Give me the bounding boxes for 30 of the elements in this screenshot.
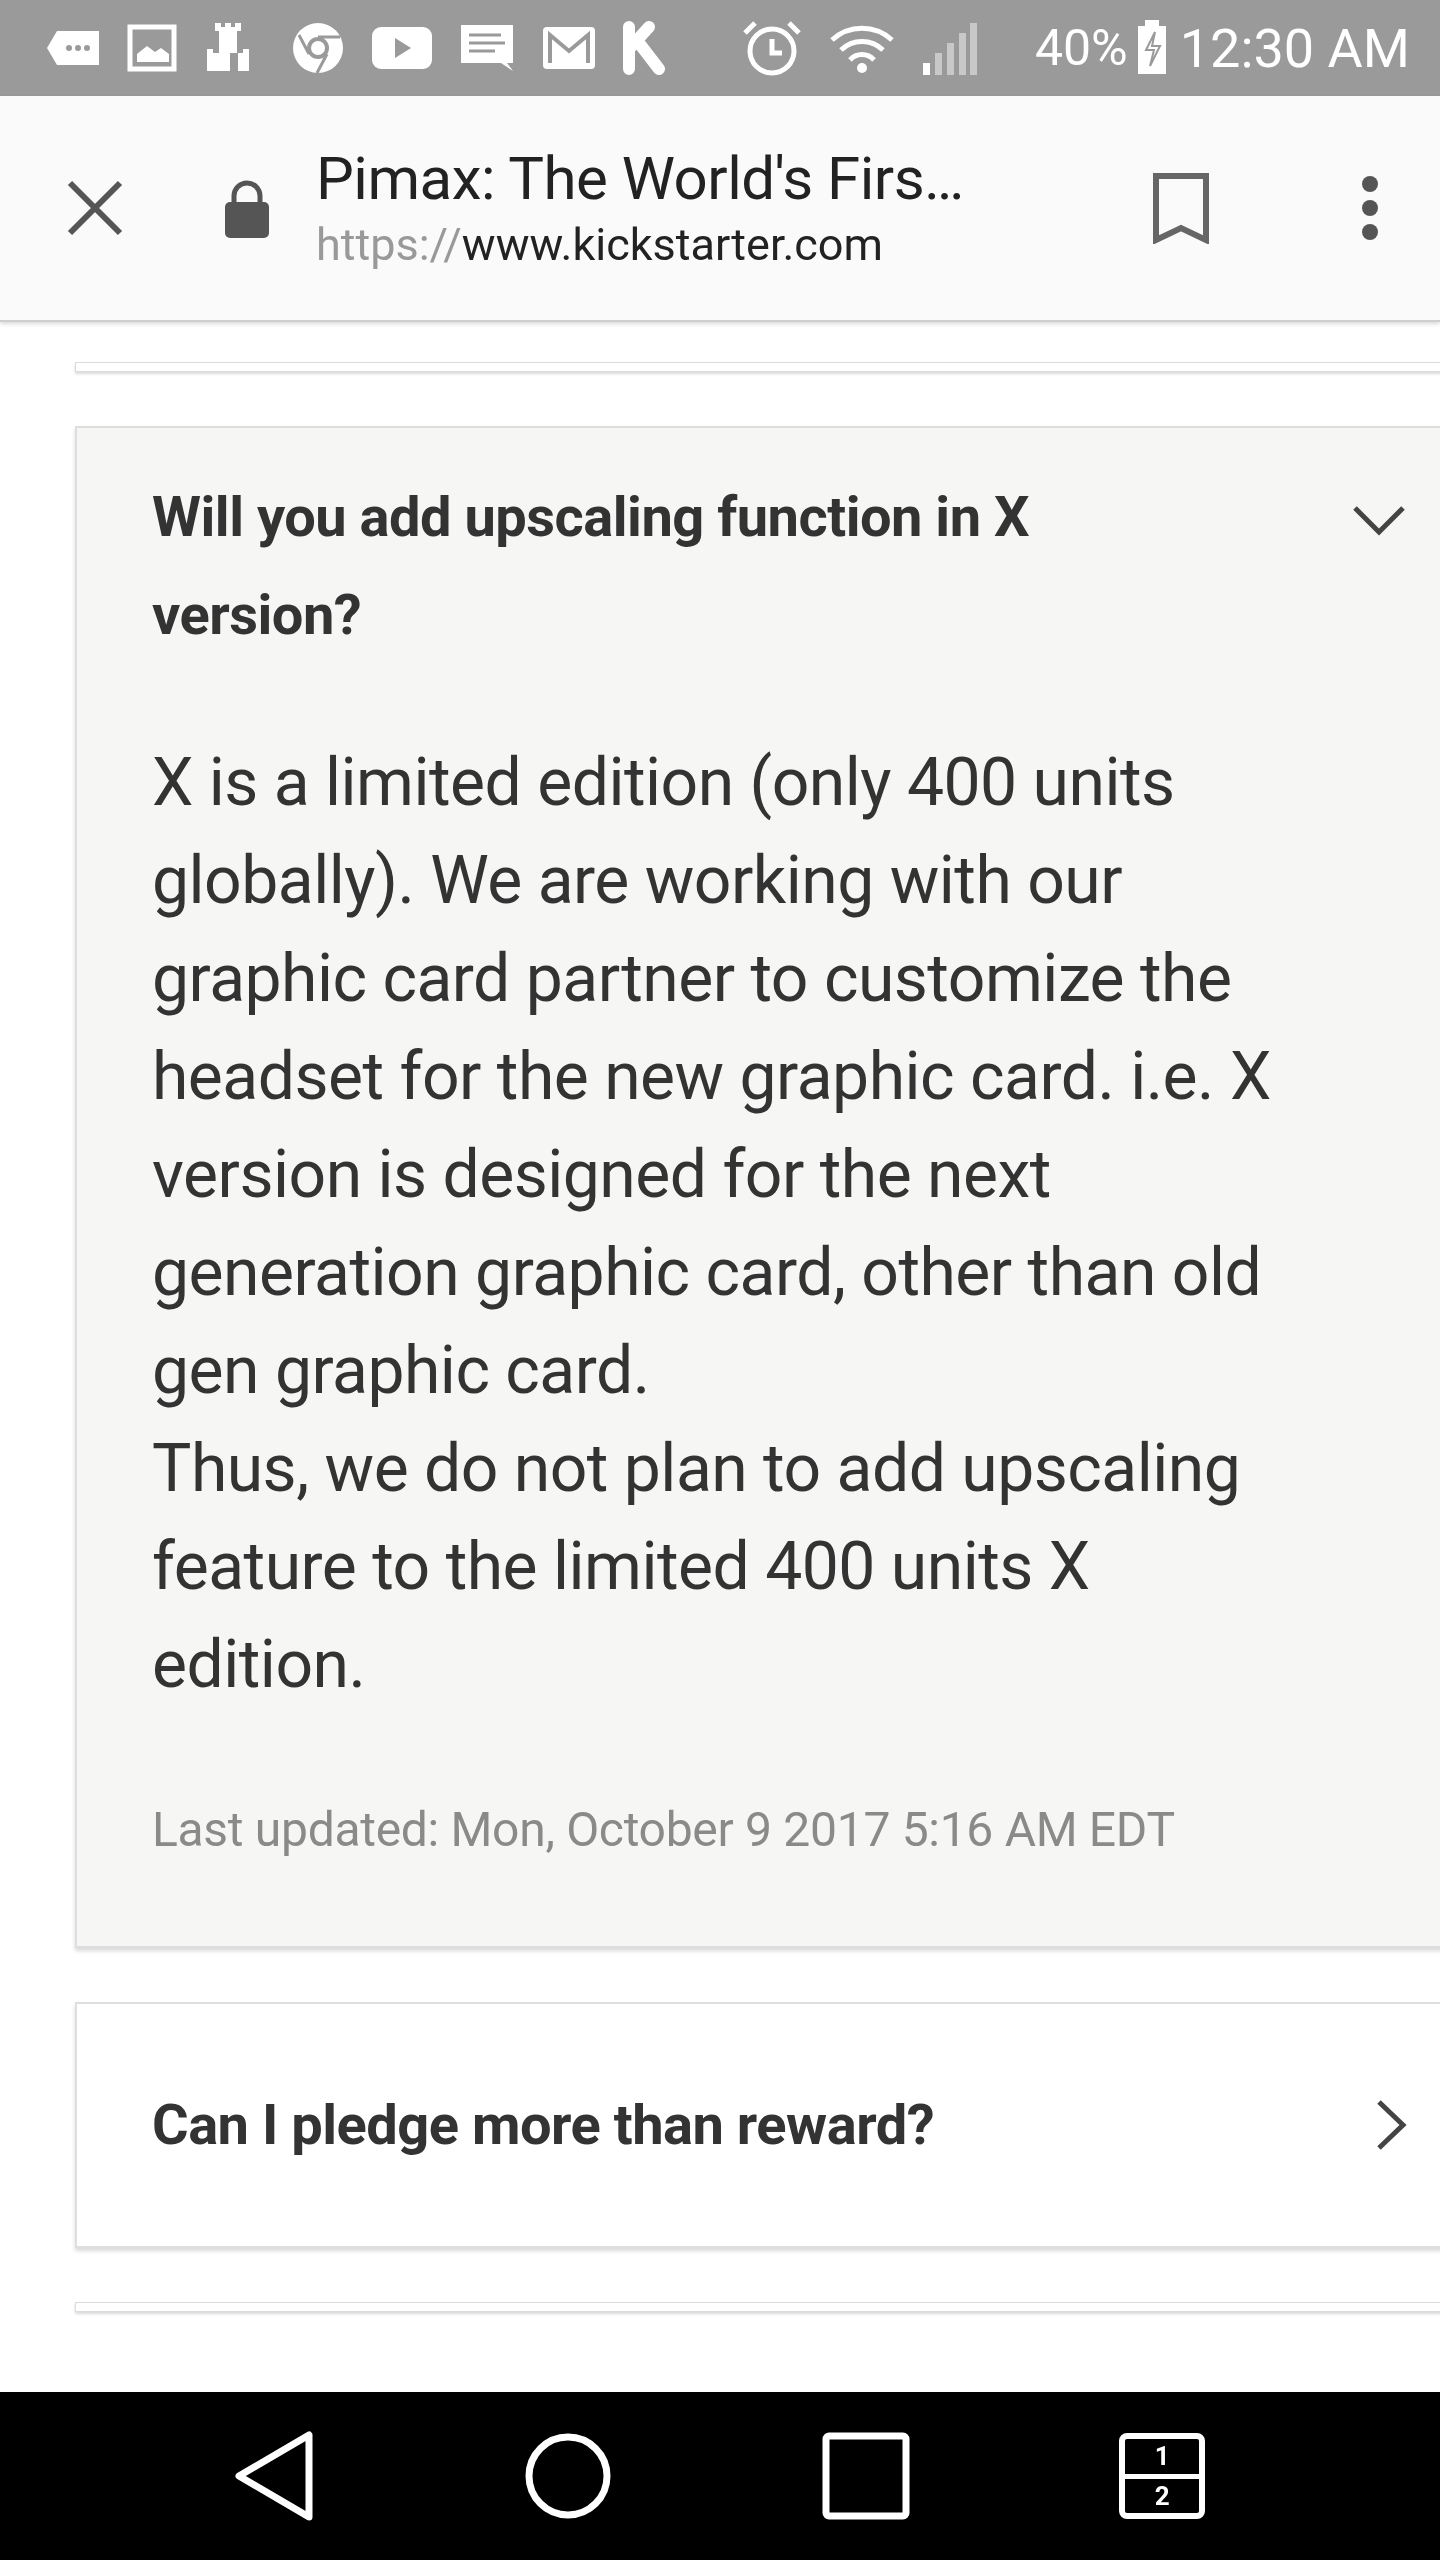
clock-time: 12:30 AM	[1179, 15, 1410, 82]
bookmark-icon[interactable]	[1152, 172, 1210, 244]
split-screen-icon[interactable]: 1 2	[1119, 2433, 1206, 2519]
recent-apps-icon[interactable]	[821, 2432, 910, 2520]
faq-answer: Thus, we do not plan to add upscaling feature to the limited 400 units X edition.	[152, 1429, 1242, 1705]
battery-charging-icon	[1135, 20, 1168, 76]
alarm-clock-icon	[741, 19, 803, 77]
faq-question: Can I pledge more than reward?	[152, 2091, 935, 2160]
lock-icon	[224, 178, 270, 238]
faq-question-row[interactable]: Can I pledge more than reward?	[77, 2004, 1440, 2246]
faq-answer: X is a limited edition (only 400 units globally). We are working with our graphic card partner to customize the headset for the new graphic card. i.e. X version is designed for the next generation graphic card, other than old gen graphic card.	[152, 743, 1272, 1411]
chevron-right-icon	[1375, 2098, 1407, 2152]
battery-percent: 40%	[1034, 17, 1128, 79]
message-icon	[459, 23, 515, 73]
browser-logo-icon	[291, 21, 345, 75]
image-icon	[127, 24, 177, 72]
chevron-down-icon	[1351, 504, 1407, 536]
chat-bubble-icon	[45, 29, 101, 67]
mail-icon	[541, 25, 597, 71]
signal-icon	[921, 21, 977, 75]
faq-question-row[interactable]: Will you add upscaling function in X version?	[77, 428, 1440, 704]
more-options-icon[interactable]	[1360, 174, 1380, 242]
page-title: Pimax: The World's Firs…	[316, 142, 965, 216]
last-updated: Last updated: Mon, October 9 2017 5:16 AM EDT	[152, 1800, 1176, 1860]
faq-question: Will you add upscaling function in X version?	[152, 483, 1031, 650]
page-url: https://www.kickstarter.com	[316, 217, 884, 273]
video-play-icon	[371, 26, 433, 70]
back-icon[interactable]	[234, 2431, 315, 2521]
home-icon[interactable]	[524, 2432, 613, 2520]
close-icon[interactable]	[66, 179, 124, 237]
